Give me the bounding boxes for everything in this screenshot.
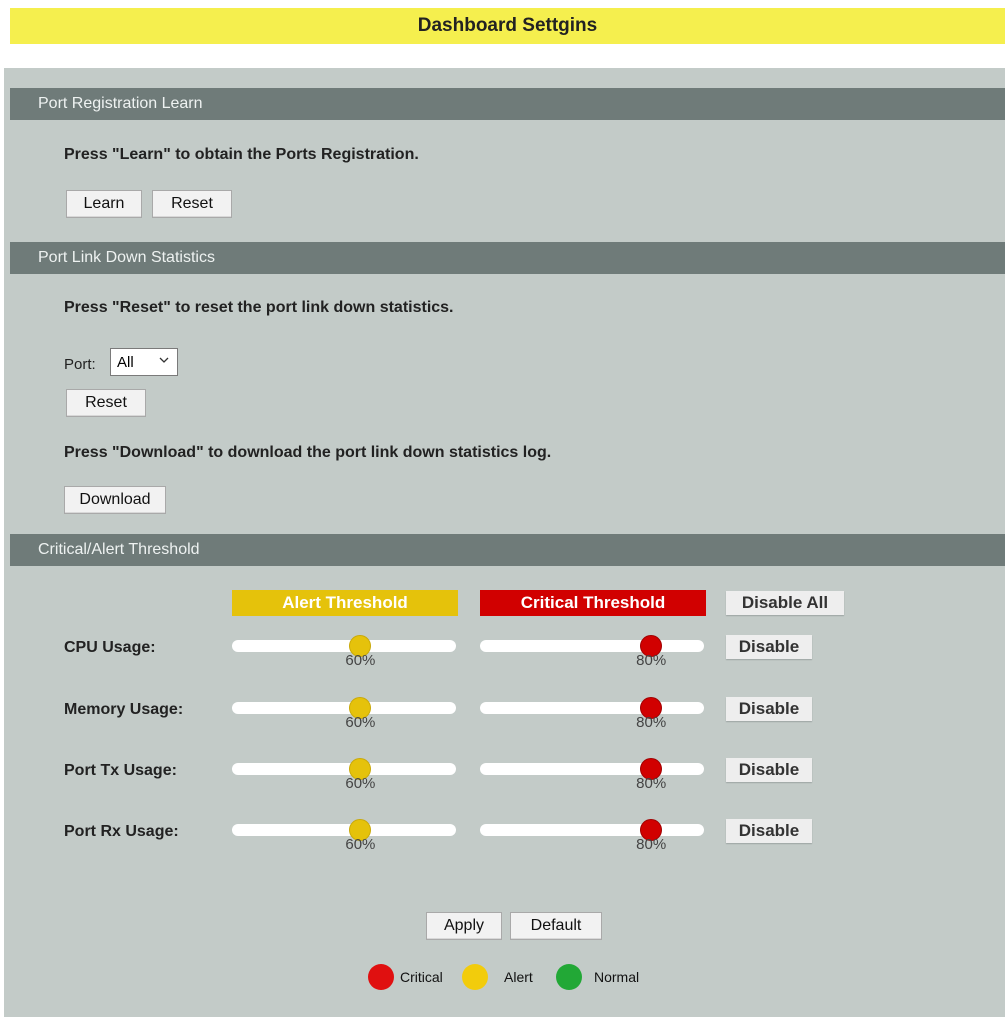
critical-threshold-slider[interactable] — [480, 824, 704, 836]
download-button[interactable]: Download — [64, 486, 166, 514]
learn-instruction: Press "Learn" to obtain the Ports Regist… — [64, 146, 419, 163]
disable-button[interactable]: Disable — [726, 819, 812, 843]
section-header-learn: Port Registration Learn — [10, 88, 1005, 120]
default-button[interactable]: Default — [510, 912, 602, 940]
page-title: Dashboard Settgins — [10, 8, 1005, 44]
port-select[interactable]: All — [110, 348, 178, 376]
alert-threshold-slider[interactable] — [232, 824, 456, 836]
critical-threshold-value: 80% — [636, 652, 667, 669]
port-label: Port: — [64, 356, 96, 373]
download-instruction: Press "Download" to download the port li… — [64, 444, 552, 461]
critical-legend-icon — [368, 964, 394, 990]
apply-button[interactable]: Apply — [426, 912, 502, 940]
legend-label: Critical — [400, 969, 443, 985]
chevron-down-icon — [159, 357, 169, 363]
alert-threshold-value: 60% — [345, 836, 376, 853]
critical-threshold-value: 80% — [636, 836, 667, 853]
critical-threshold-value: 80% — [636, 714, 667, 731]
disable-button[interactable]: Disable — [726, 697, 812, 721]
section-header-linkdown: Port Link Down Statistics — [10, 242, 1005, 274]
threshold-row-label: CPU Usage: — [64, 639, 156, 656]
alert-legend-icon — [462, 964, 488, 990]
disable-button[interactable]: Disable — [726, 635, 812, 659]
alert-threshold-slider[interactable] — [232, 640, 456, 652]
alert-threshold-value: 60% — [345, 714, 376, 731]
alert-threshold-slider[interactable] — [232, 702, 456, 714]
linkdown-instruction: Press "Reset" to reset the port link dow… — [64, 299, 454, 316]
linkdown-reset-button[interactable]: Reset — [66, 389, 146, 417]
critical-threshold-header: Critical Threshold — [480, 590, 706, 616]
critical-threshold-value: 80% — [636, 775, 667, 792]
threshold-row-label: Port Rx Usage: — [64, 823, 179, 840]
section-header-threshold: Critical/Alert Threshold — [10, 534, 1005, 566]
learn-button[interactable]: Learn — [66, 190, 142, 218]
port-select-value: All — [117, 353, 134, 371]
alert-threshold-value: 60% — [345, 775, 376, 792]
normal-legend-icon — [556, 964, 582, 990]
alert-threshold-slider[interactable] — [232, 763, 456, 775]
alert-threshold-value: 60% — [345, 652, 376, 669]
critical-threshold-slider[interactable] — [480, 702, 704, 714]
alert-threshold-header: Alert Threshold — [232, 590, 458, 616]
settings-panel: Port Registration Learn Press "Learn" to… — [4, 68, 1005, 1017]
legend-label: Normal — [594, 969, 640, 985]
legend-label: Alert — [504, 969, 533, 985]
disable-all-button[interactable]: Disable All — [726, 591, 844, 615]
threshold-row-label: Port Tx Usage: — [64, 762, 177, 779]
critical-threshold-slider[interactable] — [480, 763, 704, 775]
threshold-row-label: Memory Usage: — [64, 701, 184, 718]
disable-button[interactable]: Disable — [726, 758, 812, 782]
learn-reset-button[interactable]: Reset — [152, 190, 232, 218]
critical-threshold-slider[interactable] — [480, 640, 704, 652]
